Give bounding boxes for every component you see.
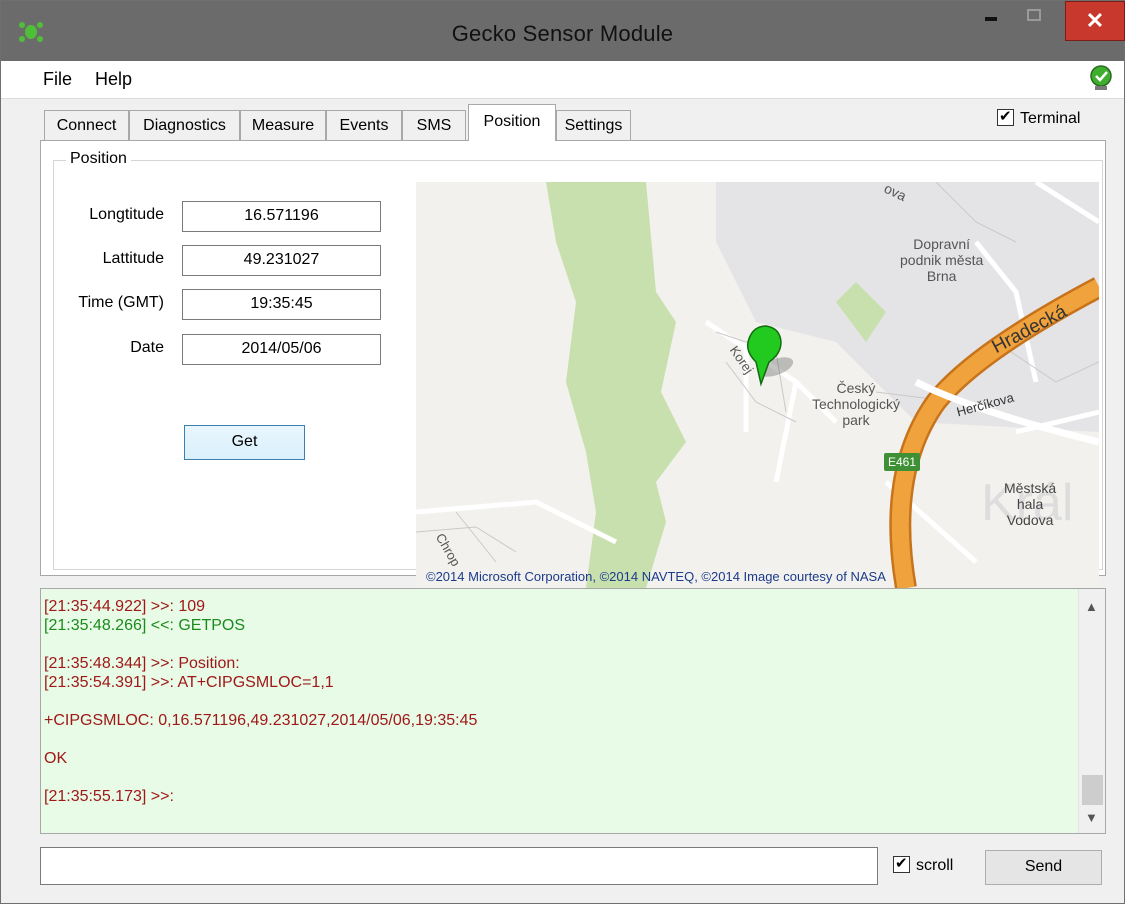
terminal-checkbox-label: Terminal	[1020, 110, 1081, 127]
terminal-line: [21:35:54.391] >>: AT+CIPGSMLOC=1,1	[44, 674, 334, 691]
terminal-line: +CIPGSMLOC: 0,16.571196,49.231027,2014/0…	[44, 712, 478, 729]
scroll-up-icon[interactable]: ▲	[1085, 599, 1098, 614]
checkbox-checked-icon	[893, 854, 910, 873]
checkbox-checked-icon	[997, 107, 1014, 126]
minimize-button[interactable]	[961, 1, 1017, 41]
minimize-icon	[985, 17, 997, 21]
scroll-checkbox-label: scroll	[916, 857, 954, 874]
window-title: Gecko Sensor Module	[451, 21, 674, 46]
terminal-line: [21:35:48.266] <<: GETPOS	[44, 617, 246, 634]
close-button[interactable]: ✕	[1065, 1, 1125, 41]
tab-sms[interactable]: SMS	[402, 110, 466, 140]
tab-measure[interactable]: Measure	[240, 110, 326, 140]
menu-help[interactable]: Help	[95, 69, 132, 90]
close-icon: ✕	[1085, 8, 1105, 33]
tab-connect[interactable]: Connect	[44, 110, 129, 140]
terminal-line: [21:35:44.922] >>: 109	[44, 598, 206, 615]
longitude-label: Longtitude	[89, 206, 164, 223]
map-label-dpmb: Dopravní podnik města Brna	[900, 236, 984, 284]
terminal-line: [21:35:55.173] >>:	[44, 788, 174, 805]
date-field[interactable]: 2014/05/06	[182, 334, 381, 365]
send-button[interactable]: Send	[985, 850, 1102, 885]
time-field[interactable]: 19:35:45	[182, 289, 381, 320]
scroll-down-icon[interactable]: ▼	[1085, 810, 1098, 825]
scroll-checkbox[interactable]: scroll	[893, 854, 954, 875]
maximize-button[interactable]	[1017, 1, 1065, 41]
date-label: Date	[130, 339, 164, 356]
title-bar[interactable]: Gecko Sensor Module ✕	[1, 1, 1125, 61]
tab-settings[interactable]: Settings	[556, 110, 631, 140]
latitude-field[interactable]: 49.231027	[182, 245, 381, 276]
terminal-checkbox[interactable]: Terminal	[997, 107, 1081, 128]
get-position-button[interactable]: Get	[184, 425, 305, 460]
terminal-log[interactable]: [21:35:44.922] >>: 109 [21:35:48.266] <<:…	[40, 588, 1106, 834]
time-label: Time (GMT)	[78, 294, 164, 311]
scrollbar-thumb[interactable]	[1082, 775, 1103, 805]
maximize-icon	[1027, 9, 1041, 21]
tab-position[interactable]: Position	[468, 104, 556, 141]
map-view[interactable]: ova Dopravní podnik města Brna Hradecká …	[416, 182, 1099, 588]
command-input[interactable]	[40, 847, 878, 885]
connection-status-icon[interactable]	[1086, 63, 1116, 93]
menu-bar: File Help	[1, 61, 1124, 99]
map-label-hala: Městská hala Vodova	[1004, 480, 1057, 528]
map-label-tech-park: Český Technologický park	[812, 380, 900, 428]
position-tab-page: Position Longtitude 16.571196 Lattitude …	[40, 140, 1106, 588]
position-group: Position Longtitude 16.571196 Lattitude …	[53, 150, 1103, 588]
app-window: Gecko Sensor Module ✕ File Help Connect …	[0, 0, 1125, 904]
menu-file[interactable]: File	[43, 69, 72, 90]
latitude-label: Lattitude	[102, 250, 164, 267]
terminal-scrollbar[interactable]: ▲ ▼	[1078, 589, 1105, 833]
tab-diagnostics[interactable]: Diagnostics	[129, 110, 240, 140]
tab-events[interactable]: Events	[326, 110, 402, 140]
terminal-line: [21:35:48.344] >>: Position:	[44, 655, 240, 672]
map-copyright: ©2014 Microsoft Corporation, ©2014 NAVTE…	[426, 569, 886, 584]
position-group-title: Position	[66, 150, 131, 168]
longitude-field[interactable]: 16.571196	[182, 201, 381, 232]
map-route-badge: E461	[884, 453, 921, 471]
terminal-line: OK	[44, 750, 68, 767]
terminal-text: [21:35:44.922] >>: 109 [21:35:48.266] <<:…	[44, 597, 1074, 806]
